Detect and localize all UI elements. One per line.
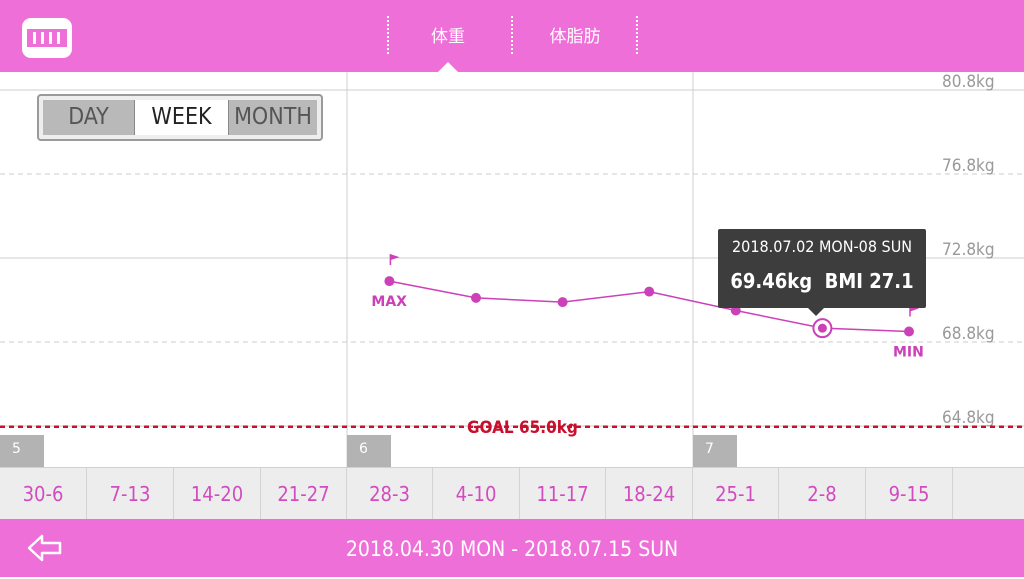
month-marker: 6 — [347, 435, 391, 467]
y-tick-label: 72.8kg — [942, 240, 995, 260]
back-arrow-icon[interactable] — [26, 533, 66, 563]
week-cell[interactable]: 28-3 — [347, 468, 433, 520]
month-marker: 7 — [693, 435, 737, 467]
week-cell[interactable]: 4-10 — [433, 468, 520, 520]
week-cell[interactable]: 2-8 — [779, 468, 866, 520]
max-label: MAX — [371, 294, 407, 310]
week-cell[interactable]: 14-20 — [174, 468, 261, 520]
week-cell[interactable]: 30-6 — [0, 468, 87, 520]
data-point — [817, 323, 827, 333]
goal-label: GOAL 65.0kg — [467, 418, 578, 438]
week-cell[interactable]: 18-24 — [606, 468, 693, 520]
data-point — [904, 326, 914, 337]
tooltip-date: 2018.07.02 MON-08 SUN — [732, 237, 912, 256]
y-tick-label: 76.8kg — [942, 156, 995, 176]
period-selector: DAY WEEK MONTH — [37, 94, 323, 141]
min-label: MIN — [893, 345, 924, 361]
week-cell[interactable]: 11-17 — [520, 468, 606, 520]
date-range: 2018.04.30 MON - 2018.07.15 SUN — [345, 537, 679, 561]
y-tick-label: 80.8kg — [942, 72, 995, 92]
data-point — [644, 286, 655, 297]
month-marker: 5 — [0, 435, 44, 467]
week-button[interactable]: WEEK — [134, 100, 229, 135]
tooltip-value: 69.46kg BMI 27.1 — [730, 269, 914, 293]
day-button[interactable]: DAY — [43, 100, 134, 135]
flag-icon — [390, 254, 400, 261]
tooltip-tail — [808, 308, 824, 316]
week-cell[interactable]: 21-27 — [261, 468, 347, 520]
y-tick-label: 68.8kg — [942, 324, 995, 344]
week-cell[interactable]: 7-13 — [87, 468, 174, 520]
week-cell — [953, 468, 1024, 520]
data-tooltip: 2018.07.02 MON-08 SUN 69.46kg BMI 27.1 — [718, 229, 926, 308]
data-point — [471, 292, 481, 303]
week-selector: 30-6 7-13 14-20 21-27 28-3 4-10 11-17 18… — [0, 467, 1024, 520]
y-tick-label: 64.8kg — [942, 408, 995, 428]
data-point — [384, 276, 395, 287]
week-cell[interactable]: 25-1 — [693, 468, 779, 520]
app-footer: 2018.04.30 MON - 2018.07.15 SUN — [0, 519, 1024, 577]
week-cell[interactable]: 9-15 — [866, 468, 953, 520]
data-point — [557, 297, 568, 308]
month-button[interactable]: MONTH — [229, 100, 317, 135]
